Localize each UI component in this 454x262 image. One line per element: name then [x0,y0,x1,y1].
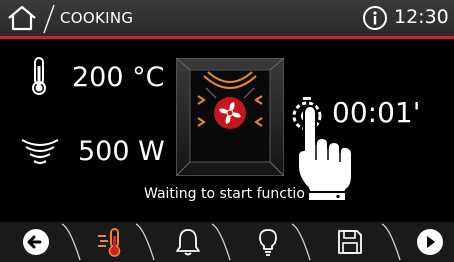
back-button[interactable] [20,226,52,258]
lightbulb-icon [259,229,277,256]
info-icon [363,6,387,30]
info-button[interactable] [362,5,388,31]
bottom-navigation-bar [0,222,454,262]
bell-icon [176,229,200,256]
save-button[interactable] [334,226,366,258]
microwave-waves-icon[interactable] [16,136,64,170]
temperature-value[interactable]: 200 °C [72,62,164,93]
start-button[interactable] [414,226,446,258]
light-button[interactable] [252,226,284,258]
oven-fan-grill-icon [176,58,284,176]
heat-settings-button[interactable] [96,226,128,258]
header-bar: COOKING 12:30 [0,0,454,36]
back-arrow-icon [23,229,49,255]
alarm-button[interactable] [172,226,204,258]
clock: 12:30 [394,6,449,28]
page-title: COOKING [60,9,134,27]
status-message: Waiting to start functio [144,186,305,202]
home-button[interactable] [6,4,38,32]
home-icon [8,5,36,31]
power-value[interactable]: 500 W [78,136,165,167]
breadcrumb-divider [43,4,55,34]
save-icon [338,230,362,254]
bottom-bar-dividers [61,223,401,261]
play-icon [417,229,443,255]
header-accent-line [0,36,454,39]
heat-thermometer-icon [98,228,121,257]
thermometer-icon[interactable] [28,56,50,96]
